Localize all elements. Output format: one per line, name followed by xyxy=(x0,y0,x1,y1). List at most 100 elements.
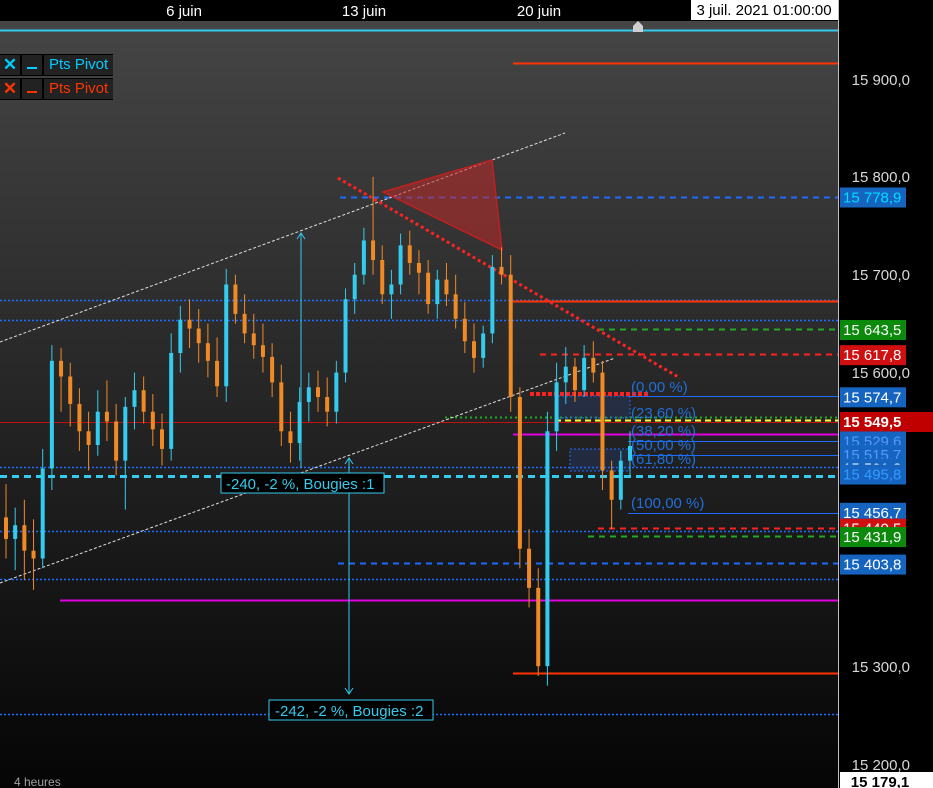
candle-body[interactable] xyxy=(22,525,27,551)
candle-body[interactable] xyxy=(527,548,532,588)
candle-body[interactable] xyxy=(251,333,256,346)
price-tag-label: 15 403,8 xyxy=(843,557,901,574)
candle-body[interactable] xyxy=(233,284,238,314)
candle-body[interactable] xyxy=(462,318,467,342)
cursor-date-label: 3 juil. 2021 01:00:00 xyxy=(696,2,831,19)
candle-body[interactable] xyxy=(416,262,421,273)
candle-body[interactable] xyxy=(481,333,486,358)
candle-body[interactable] xyxy=(554,382,559,432)
candle-body[interactable] xyxy=(545,431,550,667)
candle-body[interactable] xyxy=(242,313,247,334)
close-icon[interactable]: ✕ xyxy=(0,55,20,75)
candle-body[interactable] xyxy=(123,406,128,461)
candle-body[interactable] xyxy=(196,328,201,344)
candle-body[interactable] xyxy=(371,240,376,261)
candle-body[interactable] xyxy=(169,353,174,449)
fib-zone-upper xyxy=(557,395,631,419)
candle-body[interactable] xyxy=(95,411,100,445)
fib-label-61-8: (61,80 %) xyxy=(631,451,696,468)
candle-body[interactable] xyxy=(306,387,311,402)
fib-label-23-6: (23,60 %) xyxy=(631,405,696,422)
candle-body[interactable] xyxy=(591,357,596,373)
line-style-icon[interactable] xyxy=(22,79,42,99)
candle-body[interactable] xyxy=(398,245,403,285)
candle-body[interactable] xyxy=(288,431,293,444)
candle-body[interactable] xyxy=(609,470,614,500)
measure-label-1: -240, -2 %, Bougies :1 xyxy=(226,476,374,493)
candle-body[interactable] xyxy=(380,260,385,295)
bottom-price-label: 15 179,1 xyxy=(851,774,909,788)
candle-body[interactable] xyxy=(77,403,82,432)
candle-body[interactable] xyxy=(453,294,458,319)
price-tag-label: 15 431,9 xyxy=(843,529,901,546)
candle-body[interactable] xyxy=(389,284,394,295)
candle-body[interactable] xyxy=(31,550,36,559)
fib-label-0: (0,00 %) xyxy=(631,379,688,396)
candle-body[interactable] xyxy=(114,421,119,461)
price-tick-15200: 15 200,0 xyxy=(852,757,910,774)
candle-body[interactable] xyxy=(150,411,155,430)
candle-body[interactable] xyxy=(13,525,18,539)
candle-body[interactable] xyxy=(279,382,284,432)
candle-body[interactable] xyxy=(343,299,348,373)
candle-body[interactable] xyxy=(352,274,357,300)
candle-body[interactable] xyxy=(49,360,54,469)
candle-body[interactable] xyxy=(215,360,220,387)
candle-body[interactable] xyxy=(40,468,45,559)
candle-body[interactable] xyxy=(563,366,568,383)
price-tick-15600: 15 600,0 xyxy=(852,365,910,382)
legend-label[interactable]: Pts Pivot xyxy=(44,79,114,99)
candle-body[interactable] xyxy=(334,372,339,412)
candle-body[interactable] xyxy=(86,431,91,445)
legend-pivot-red[interactable]: ✕ Pts Pivot xyxy=(0,78,114,100)
chart-background xyxy=(0,0,838,788)
candle-body[interactable] xyxy=(59,360,64,377)
price-tag-label: 15 549,5 xyxy=(843,414,901,431)
candle-body[interactable] xyxy=(132,390,137,407)
legend-label[interactable]: Pts Pivot xyxy=(44,55,114,75)
candle-body[interactable] xyxy=(499,266,504,275)
price-tick-15800: 15 800,0 xyxy=(852,169,910,186)
timeframe-label: 4 heures xyxy=(14,775,61,788)
candle-body[interactable] xyxy=(572,366,577,391)
candle-body[interactable] xyxy=(4,517,8,539)
candle-body[interactable] xyxy=(205,343,210,361)
price-tag-label: 15 495,8 xyxy=(843,467,901,484)
candle-body[interactable] xyxy=(316,387,320,398)
candle-body[interactable] xyxy=(490,266,495,334)
price-tick-15300: 15 300,0 xyxy=(852,659,910,676)
candle-body[interactable] xyxy=(224,284,229,387)
candle-body[interactable] xyxy=(68,376,73,404)
price-tag-label: 15 617,8 xyxy=(843,347,901,364)
price-tick-15900: 15 900,0 xyxy=(852,72,910,89)
candle-body[interactable] xyxy=(270,356,275,383)
date-label-20-juin: 20 juin xyxy=(517,3,561,20)
candle-body[interactable] xyxy=(508,274,513,398)
candle-body[interactable] xyxy=(104,411,109,422)
candle-body[interactable] xyxy=(325,397,330,412)
date-label-13-juin: 13 juin xyxy=(342,3,386,20)
legend-pivot-blue[interactable]: ✕ Pts Pivot xyxy=(0,54,114,76)
candle-body[interactable] xyxy=(618,460,623,500)
candle-body[interactable] xyxy=(361,240,366,275)
price-chart[interactable]: 6 juin 13 juin 20 juin 3 juil. 2021 01:0… xyxy=(0,0,933,788)
line-style-icon[interactable] xyxy=(22,55,42,75)
candle-body[interactable] xyxy=(187,319,192,329)
candle-body[interactable] xyxy=(260,345,265,357)
candle-body[interactable] xyxy=(141,390,146,412)
candle-body[interactable] xyxy=(582,357,587,391)
candle-body[interactable] xyxy=(472,341,476,358)
candle-body[interactable] xyxy=(517,397,522,549)
measure-label-2: -242, -2 %, Bougies :2 xyxy=(275,703,423,720)
price-tag-label: 15 574,7 xyxy=(843,389,901,406)
candle-body[interactable] xyxy=(426,272,431,305)
candle-body[interactable] xyxy=(435,279,440,305)
candle-body[interactable] xyxy=(178,319,183,353)
price-tag-label: 15 643,5 xyxy=(843,322,901,339)
candle-body[interactable] xyxy=(536,587,541,667)
close-icon[interactable]: ✕ xyxy=(0,79,20,99)
candle-body[interactable] xyxy=(407,245,412,263)
candle-body[interactable] xyxy=(444,279,449,295)
candle-body[interactable] xyxy=(600,372,605,471)
candle-body[interactable] xyxy=(160,429,164,449)
